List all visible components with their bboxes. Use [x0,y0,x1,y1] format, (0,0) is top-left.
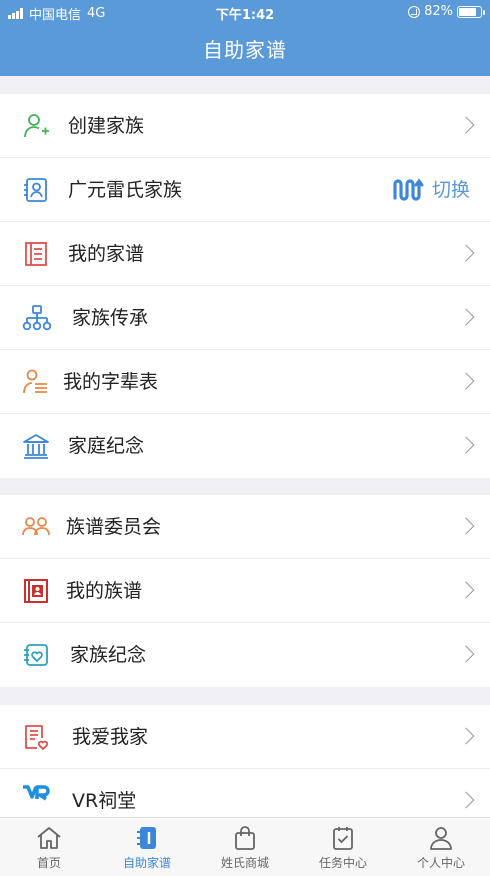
tab-personal-center[interactable]: 个人中心 [392,818,490,876]
menu-item-label: 我的族谱 [66,580,143,602]
user-icon [430,827,452,850]
menu-item-family-memorial[interactable]: 家庭纪念 [0,414,490,478]
chevron-right-icon [457,308,475,326]
vr-icon [22,780,50,808]
switch-wave-icon [393,178,424,201]
heart-card-icon [22,641,50,669]
battery-percent: 82% [424,4,453,19]
menu-item-my-genealogy[interactable]: 我的家谱 [0,222,490,286]
menu-item-vr-shrine[interactable]: VR祠堂 [0,769,490,817]
switch-family-button[interactable]: 切换 [392,158,470,222]
tab-home[interactable]: 首页 [0,818,98,876]
menu-item-label: 家族传承 [72,307,149,329]
tab-label: 个人中心 [416,856,465,870]
tab-surname-mall[interactable]: 姓氏商城 [196,818,294,876]
menu-item-label: 我爱我家 [72,726,149,748]
menu-item-current-family[interactable]: 广元雷氏家族 切换 [0,158,490,222]
chevron-right-icon [457,116,475,134]
chevron-right-icon [457,517,475,535]
rotation-lock-icon [408,5,421,18]
chevron-right-icon [457,645,475,663]
group-icon [22,513,50,541]
switch-label: 切换 [431,179,470,201]
menu-item-family-heritage[interactable]: 家族传承 [0,286,490,350]
menu-group-family: 创建家族 广元雷氏家族 切换 我的家谱 家族传承 我的字辈表 家庭纪念 [0,94,490,478]
menu-item-label: 族谱委员会 [66,516,162,538]
bottom-tab-bar: 首页 自助家谱 姓氏商城 任务中心 个人中心 [0,817,490,876]
menu-item-clan-memorial[interactable]: 家族纪念 [0,623,490,687]
shopping-bag-icon [235,826,255,850]
tree-icon [22,304,52,332]
tab-genealogy[interactable]: 自助家谱 [98,818,196,876]
menu-item-label: 广元雷氏家族 [68,179,183,201]
menu-item-my-clan-book[interactable]: 我的族谱 [0,559,490,623]
chevron-right-icon [457,436,475,454]
page-title: 自助家谱 [203,38,287,62]
battery-icon [457,5,485,18]
chevron-right-icon [457,791,475,809]
chevron-right-icon [457,372,475,390]
home-icon [37,827,61,849]
id-card-icon [22,176,50,204]
menu-item-label: 我的字辈表 [63,371,159,393]
chevron-right-icon [457,727,475,745]
tab-label: 任务中心 [318,856,367,870]
genealogy-icon [137,827,156,849]
chevron-right-icon [457,244,475,262]
menu-item-label: 创建家族 [68,115,145,137]
menu-group-home: 我爱我家 VR祠堂 [0,705,490,817]
person-list-icon [22,368,50,396]
tab-label: 姓氏商城 [220,856,269,870]
task-icon [333,827,353,850]
menu-item-love-home[interactable]: 我爱我家 [0,705,490,769]
menu-item-label: 我的家谱 [68,243,145,265]
app-header: 中国电信 4G 下午1:42 82% 自助家谱 [0,0,490,76]
menu-item-clan-committee[interactable]: 族谱委员会 [0,495,490,559]
book-icon [22,240,50,268]
tab-label: 首页 [36,856,61,870]
tab-task-center[interactable]: 任务中心 [294,818,392,876]
menu-item-label: 家族纪念 [70,644,147,666]
tab-label: 自助家谱 [122,856,171,870]
person-add-icon [22,112,50,140]
menu-item-generation-names[interactable]: 我的字辈表 [0,350,490,414]
menu-group-clan: 族谱委员会 我的族谱 家族纪念 [0,495,490,687]
document-heart-icon [22,723,50,751]
chevron-right-icon [457,581,475,599]
menu-item-label: 家庭纪念 [68,435,145,457]
temple-icon [22,432,50,460]
status-bar: 中国电信 4G 下午1:42 82% [0,0,490,24]
menu-item-create-family[interactable]: 创建家族 [0,94,490,158]
album-icon [22,577,50,605]
